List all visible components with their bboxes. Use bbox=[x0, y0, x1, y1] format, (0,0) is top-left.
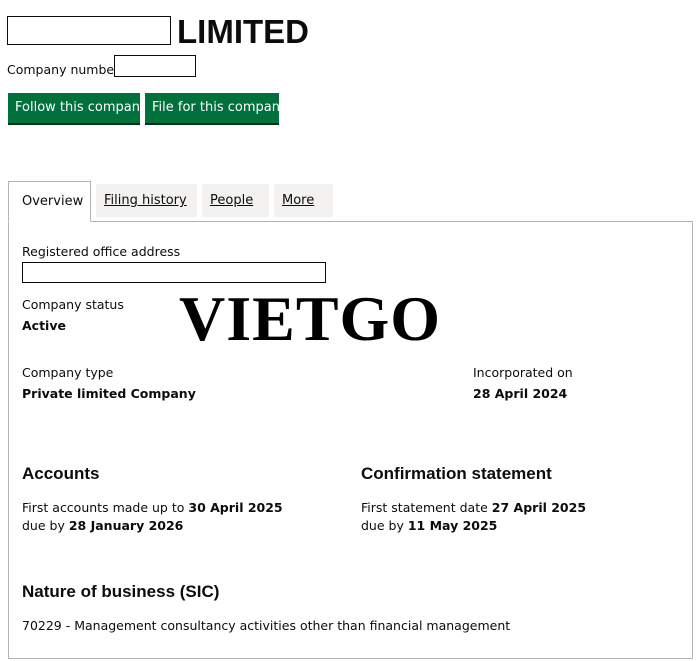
sic-code-text: 70229 - Management consultancy activitie… bbox=[22, 618, 511, 633]
confirmation-due-value: 11 May 2025 bbox=[407, 518, 498, 533]
tab-filing-history[interactable]: Filing history bbox=[96, 184, 197, 217]
accounts-first-value: 30 April 2025 bbox=[188, 500, 283, 515]
confirmation-due-line: due by 11 May 2025 bbox=[361, 517, 497, 535]
registered-office-label: Registered office address bbox=[22, 244, 181, 259]
accounts-due-line: due by 28 January 2026 bbox=[22, 517, 183, 535]
company-status-label: Company status bbox=[22, 297, 124, 312]
confirmation-due-prefix: due by bbox=[361, 518, 404, 533]
tab-overview[interactable]: Overview bbox=[8, 181, 91, 222]
incorporated-value: 28 April 2024 bbox=[473, 386, 568, 401]
accounts-first-line: First accounts made up to 30 April 2025 bbox=[22, 499, 283, 517]
accounts-due-value: 28 January 2026 bbox=[68, 518, 184, 533]
tab-more[interactable]: More bbox=[274, 184, 333, 217]
accounts-due-prefix: due by bbox=[22, 518, 65, 533]
company-number-redacted bbox=[114, 55, 196, 77]
registered-office-redacted bbox=[22, 262, 326, 283]
tab-people[interactable]: People bbox=[202, 184, 269, 217]
follow-company-button[interactable]: Follow this company bbox=[8, 93, 148, 123]
confirmation-first-prefix: First statement date bbox=[361, 500, 488, 515]
accounts-heading: Accounts bbox=[22, 464, 100, 483]
watermark-logo: VIETGO bbox=[179, 283, 442, 354]
confirmation-heading: Confirmation statement bbox=[361, 464, 552, 483]
confirmation-first-value: 27 April 2025 bbox=[491, 500, 587, 515]
file-for-company-button[interactable]: File for this company bbox=[145, 93, 288, 123]
page-title: LIMITED bbox=[177, 13, 309, 50]
accounts-first-prefix: First accounts made up to bbox=[22, 500, 185, 515]
company-type-value: Private limited Company bbox=[22, 386, 196, 401]
company-type-label: Company type bbox=[22, 365, 114, 380]
incorporated-label: Incorporated on bbox=[473, 365, 573, 380]
nature-of-business-heading: Nature of business (SIC) bbox=[22, 582, 220, 601]
company-name-redacted bbox=[7, 16, 171, 45]
company-number-label: Company number bbox=[7, 62, 120, 77]
confirmation-first-line: First statement date 27 April 2025 bbox=[361, 499, 586, 517]
company-status-value: Active bbox=[22, 318, 66, 333]
